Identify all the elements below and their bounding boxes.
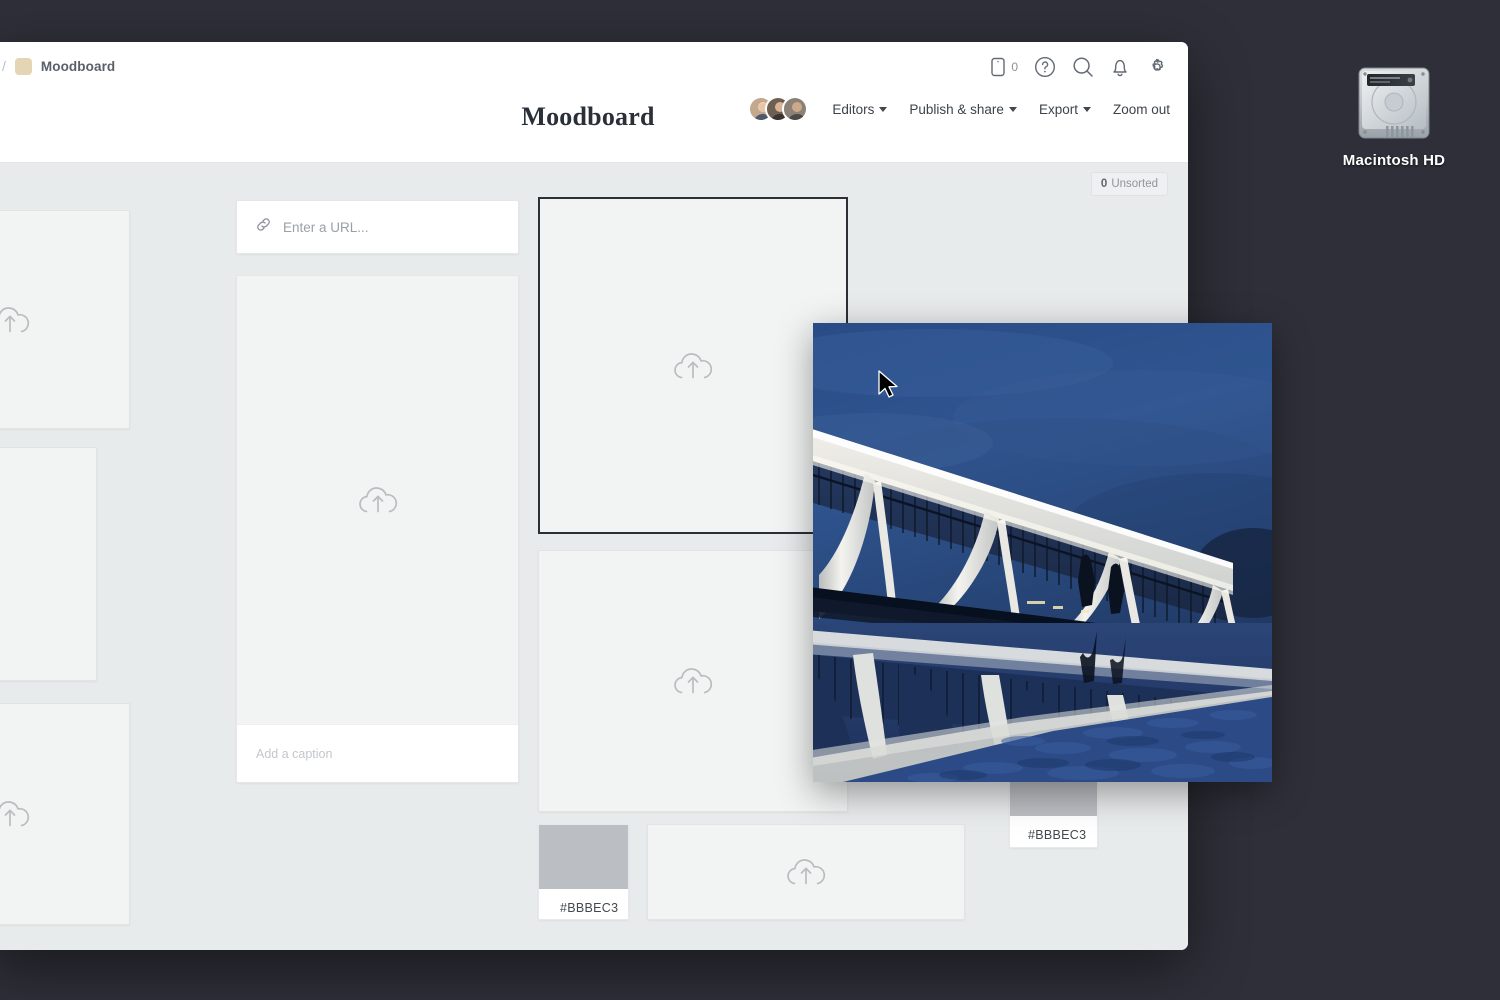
placeholder-card-left-1[interactable] (0, 210, 130, 429)
dragged-photo-architecture[interactable] (813, 323, 1272, 782)
chevron-down-icon (1082, 106, 1091, 112)
color-swatch-chip (539, 825, 628, 889)
cloud-upload-icon (669, 662, 717, 700)
hard-drive-icon (1358, 67, 1430, 139)
cloud-upload-icon (669, 347, 717, 385)
toolbar-actions: Editors Publish & share Export Zoom out (748, 96, 1170, 122)
desktop-icon-macintosh-hd[interactable]: Macintosh HD (1334, 60, 1454, 169)
export-menu-label: Export (1038, 101, 1078, 117)
placeholder-card-left-3[interactable] (0, 703, 130, 925)
publish-share-menu[interactable]: Publish & share (909, 102, 1017, 117)
caption-input[interactable]: Add a caption (256, 747, 332, 761)
publish-share-menu-label: Publish & share (909, 101, 1004, 117)
breadcrumb-separator: / (2, 58, 6, 74)
editors-menu[interactable]: Editors (832, 101, 888, 117)
mobile-preview-count: 0 (1011, 60, 1018, 74)
avatar (782, 96, 809, 122)
url-input[interactable]: Enter a URL... (283, 220, 369, 235)
placeholder-card-center-2[interactable] (538, 550, 848, 812)
help-icon[interactable] (1034, 56, 1056, 78)
chevron-down-icon (879, 106, 888, 112)
chevron-down-icon (1008, 106, 1017, 112)
image-drop-area[interactable] (237, 276, 518, 724)
breadcrumb-item-moodboard[interactable]: Moodboard (41, 59, 115, 74)
desktop-background: Macintosh HD / Moodboard Moodboard 0 Edi… (0, 0, 1500, 1000)
notifications-bell-icon[interactable] (1110, 56, 1130, 78)
zoom-out-label: Zoom out (1112, 101, 1170, 117)
cloud-upload-icon (0, 795, 34, 833)
editors-menu-label: Editors (832, 101, 875, 117)
cloud-upload-icon (782, 853, 830, 891)
placeholder-card-bottom[interactable] (647, 824, 965, 920)
status-badge-unsorted[interactable]: 0 Unsorted (1090, 172, 1168, 196)
settings-gear-icon[interactable] (1146, 56, 1168, 78)
search-icon[interactable] (1072, 56, 1094, 78)
folder-chip-icon[interactable] (14, 57, 32, 75)
caption-bar[interactable]: Add a caption (237, 724, 518, 782)
cloud-upload-icon (354, 481, 402, 519)
link-icon (255, 216, 272, 238)
unsorted-count: 0 (1100, 178, 1108, 190)
zoom-out-button[interactable]: Zoom out (1113, 102, 1170, 117)
color-swatch-hex: #BBBEC3 (1028, 828, 1087, 842)
placeholder-card-left-2[interactable] (0, 447, 97, 681)
mobile-preview-icon[interactable]: 0 (990, 57, 1018, 77)
toolbar-icon-strip: 0 (990, 56, 1168, 78)
image-caption-card[interactable]: Add a caption (236, 275, 519, 783)
color-swatch-hex: #BBBEC3 (560, 901, 619, 915)
url-input-card[interactable]: Enter a URL... (236, 200, 519, 254)
unsorted-label: Unsorted (1111, 178, 1158, 190)
desktop-icon-label: Macintosh HD (1342, 152, 1446, 169)
cloud-upload-icon (0, 301, 34, 339)
active-drop-target[interactable] (538, 197, 848, 534)
color-swatch-card-1[interactable]: #BBBEC3 (538, 824, 629, 920)
editors-avatars[interactable] (748, 96, 809, 122)
cloud-upload-icon (0, 545, 1, 583)
export-menu[interactable]: Export (1039, 102, 1091, 117)
title-bar: Moodboard 0 Editors Publish & share Expo… (0, 56, 1188, 163)
